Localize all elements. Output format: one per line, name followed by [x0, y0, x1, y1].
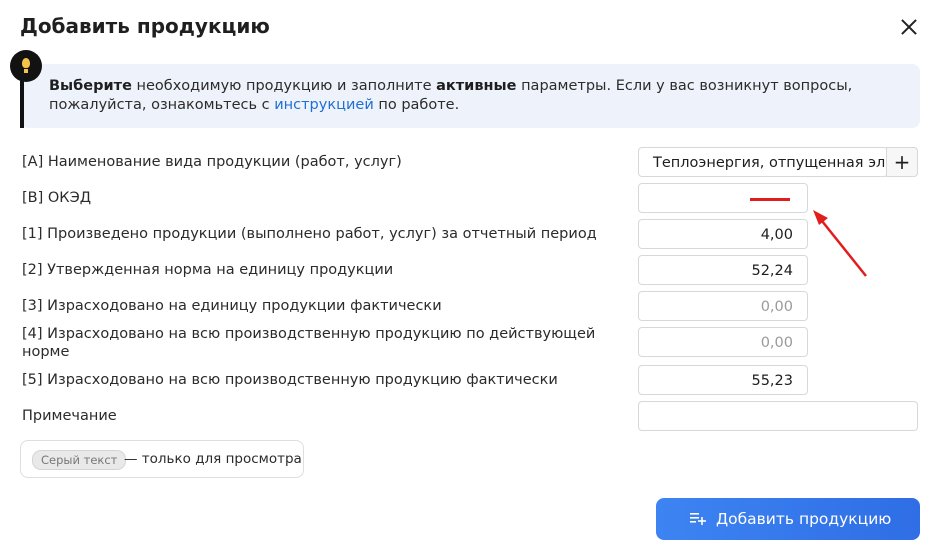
info-text-part3: по работе. — [373, 97, 460, 113]
info-text-part1: необходимую продукцию и заполните — [131, 78, 437, 94]
spent-actual-field[interactable]: 55,23 — [638, 365, 808, 395]
label-product-type: [A] Наименование вида продукции (работ, … — [22, 154, 402, 170]
produced-field[interactable]: 4,00 — [638, 219, 808, 249]
spent-per-unit-field: 0,00 — [638, 291, 808, 321]
label-spent-by-norm: [4] Израсходовано на всю производственну… — [22, 326, 596, 360]
label-spent-actual: [5] Израсходовано на всю производственну… — [22, 372, 558, 388]
add-product-button[interactable]: Добавить продукцию — [656, 498, 920, 540]
label-oked: [B] ОКЭД — [22, 190, 92, 206]
label-approved-norm: [2] Утвержденная норма на единицу продук… — [22, 262, 394, 278]
close-icon[interactable] — [898, 16, 920, 38]
annotation-dash — [750, 198, 790, 201]
instruction-link[interactable]: инструкцией — [274, 97, 374, 113]
info-strong-active: активные — [436, 78, 517, 94]
info-strong-select: Выберите — [49, 78, 132, 94]
add-product-button-label: Добавить продукцию — [716, 510, 892, 528]
product-type-select[interactable]: Теплоэнергия, отпущенная эле... — [638, 147, 888, 177]
note-field[interactable] — [638, 401, 918, 431]
label-spent-per-unit: [3] Израсходовано на единицу продукции ф… — [22, 298, 442, 314]
annotation-arrow — [813, 210, 867, 277]
add-product-type-button[interactable]: + — [886, 147, 918, 177]
dialog-title: Добавить продукцию — [20, 14, 270, 38]
plus-icon: + — [893, 150, 911, 174]
info-text: Выберите необходимую продукцию и заполни… — [49, 77, 879, 115]
spent-by-norm-field: 0,00 — [638, 327, 808, 357]
label-produced: [1] Произведено продукции (выполнено раб… — [22, 226, 597, 242]
lightbulb-icon — [10, 50, 42, 82]
playlist-add-icon — [690, 513, 706, 525]
legend-pill: Серый текст — [32, 450, 127, 470]
approved-norm-field[interactable]: 52,24 — [638, 255, 808, 285]
label-note: Примечание — [22, 408, 117, 424]
legend-text: — только для просмотра — [124, 451, 302, 467]
